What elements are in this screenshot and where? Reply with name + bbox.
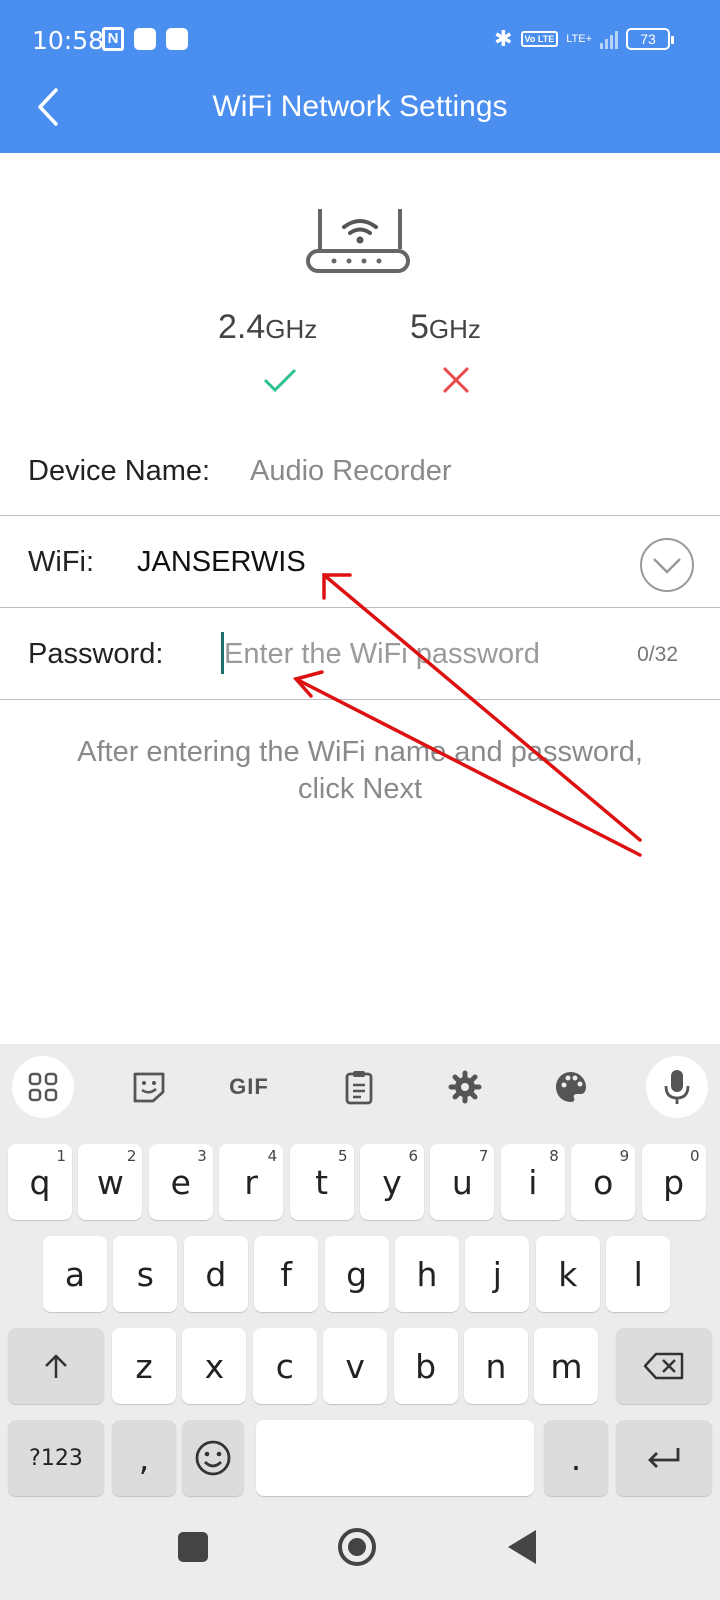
key-w[interactable]: w2 — [78, 1144, 143, 1220]
key-number-hint: 1 — [56, 1147, 66, 1165]
emoji-icon — [195, 1440, 231, 1476]
device-name-value: Audio Recorder — [250, 455, 452, 487]
shift-arrow-icon — [45, 1354, 67, 1378]
password-row: Password: 0/32 — [0, 608, 720, 700]
system-back-button[interactable] — [508, 1530, 536, 1564]
key-number-hint: 6 — [408, 1147, 418, 1165]
key-h[interactable]: h — [395, 1236, 459, 1312]
text-cursor — [221, 632, 224, 674]
band-2-4ghz-label: 2.4GHz — [218, 308, 318, 346]
key-z[interactable]: z — [112, 1328, 176, 1404]
key-k[interactable]: k — [535, 1236, 600, 1312]
key-number-hint: 7 — [478, 1147, 489, 1165]
router-icon — [306, 209, 410, 273]
chevron-down-icon — [653, 558, 681, 574]
notification-icon — [134, 28, 156, 50]
key-p[interactable]: p0 — [641, 1144, 706, 1220]
apps-grid-icon[interactable] — [12, 1056, 74, 1118]
password-input[interactable] — [220, 630, 600, 678]
emoji-key[interactable] — [182, 1420, 244, 1496]
password-char-counter: 0/32 — [637, 643, 678, 666]
key-l[interactable]: l — [606, 1236, 671, 1312]
key-o[interactable]: o9 — [571, 1144, 636, 1220]
key-c[interactable]: c — [252, 1328, 317, 1404]
enter-arrow-icon — [648, 1448, 680, 1468]
backspace-icon — [643, 1352, 684, 1380]
wifi-dropdown-button[interactable] — [640, 538, 694, 592]
shift-key[interactable] — [8, 1328, 104, 1404]
volte-icon: Vo LTE — [520, 31, 559, 47]
device-name-label: Device Name: — [28, 455, 211, 487]
key-a[interactable]: a — [43, 1236, 107, 1312]
key-e[interactable]: e3 — [148, 1144, 213, 1220]
period-key[interactable]: . — [544, 1420, 608, 1496]
key-u[interactable]: u7 — [430, 1144, 495, 1220]
app-header: 10:58 N ✱ Vo LTE LTE+ 73 WiFi Network Se… — [0, 0, 720, 153]
key-number-hint: 8 — [549, 1147, 559, 1165]
space-key[interactable] — [256, 1420, 534, 1496]
wifi-name-value[interactable]: JANSERWIS — [137, 546, 306, 579]
battery-icon: 73 — [626, 28, 674, 50]
key-s[interactable]: s — [113, 1236, 178, 1312]
nfc-icon: N — [102, 27, 124, 51]
status-time: 10:58 — [32, 26, 105, 55]
wifi-row[interactable]: WiFi: JANSERWIS — [0, 516, 720, 608]
network-type: LTE+ — [566, 32, 592, 45]
page-title: WiFi Network Settings — [212, 90, 508, 123]
enter-key[interactable] — [616, 1420, 712, 1496]
key-n[interactable]: n — [464, 1328, 528, 1404]
band-5ghz-label: 5GHz — [410, 308, 481, 346]
system-nav-bar — [0, 1500, 720, 1600]
key-q[interactable]: q1 — [8, 1144, 72, 1220]
gif-button[interactable]: GIF — [218, 1056, 280, 1118]
key-d[interactable]: d — [183, 1236, 248, 1312]
sticker-icon[interactable] — [118, 1056, 180, 1118]
key-number-hint: 0 — [690, 1147, 700, 1165]
wifi-label: WiFi: — [28, 546, 95, 578]
status-bar: 10:58 N ✱ Vo LTE LTE+ 73 — [0, 0, 720, 78]
signal-icon — [600, 29, 618, 49]
key-number-hint: 9 — [619, 1147, 630, 1165]
key-f[interactable]: f — [254, 1236, 319, 1312]
key-r[interactable]: r4 — [219, 1144, 284, 1220]
check-icon — [263, 368, 297, 393]
clipboard-icon[interactable] — [328, 1056, 390, 1118]
status-indicators: ✱ Vo LTE LTE+ 73 — [494, 26, 674, 52]
symbols-key[interactable]: ?123 — [8, 1420, 104, 1496]
keyboard-toolbar: GIF — [0, 1044, 720, 1128]
key-t[interactable]: t5 — [289, 1144, 354, 1220]
key-number-hint: 3 — [197, 1147, 207, 1165]
comma-key[interactable]: , — [112, 1420, 176, 1496]
key-m[interactable]: m — [534, 1328, 599, 1404]
cross-icon — [442, 366, 470, 394]
bluetooth-icon: ✱ — [494, 26, 513, 51]
home-button[interactable] — [338, 1528, 376, 1566]
key-number-hint: 5 — [338, 1147, 348, 1165]
key-g[interactable]: g — [324, 1236, 389, 1312]
key-j[interactable]: j — [465, 1236, 530, 1312]
microphone-icon[interactable] — [646, 1056, 708, 1118]
settings-gear-icon[interactable] — [434, 1056, 496, 1118]
key-i[interactable]: i8 — [500, 1144, 565, 1220]
password-label: Password: — [28, 638, 164, 670]
key-b[interactable]: b — [393, 1328, 458, 1404]
device-name-row: Device Name: Audio Recorder — [0, 440, 720, 516]
instruction-text: After entering the WiFi name and passwor… — [77, 736, 643, 805]
palette-icon[interactable] — [540, 1056, 602, 1118]
key-number-hint: 2 — [126, 1147, 137, 1165]
key-v[interactable]: v — [323, 1328, 388, 1404]
key-x[interactable]: x — [182, 1328, 247, 1404]
backspace-key[interactable] — [616, 1328, 712, 1404]
recent-apps-button[interactable] — [178, 1532, 208, 1562]
notification-icon — [166, 28, 188, 50]
key-number-hint: 4 — [267, 1147, 278, 1165]
key-y[interactable]: y6 — [360, 1144, 424, 1220]
